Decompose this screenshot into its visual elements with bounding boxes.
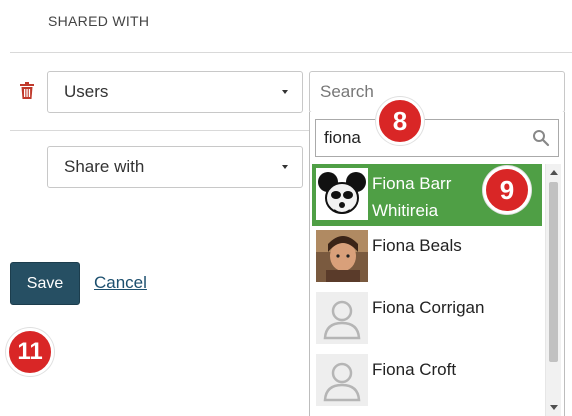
search-placeholder: Search	[320, 82, 374, 101]
result-name: Fiona Barr Whitireia	[372, 174, 452, 220]
search-results-dropdown: fiona Fiona Barr Whitireia Fiona Beals F…	[309, 112, 565, 416]
step-badge-8: 8	[376, 97, 424, 145]
result-item-fiona-corrigan[interactable]: Fiona Corrigan	[312, 288, 542, 350]
trash-icon[interactable]	[20, 82, 34, 100]
avatar	[316, 168, 368, 220]
step-badge-11: 11	[6, 328, 54, 376]
chevron-down-icon	[282, 90, 288, 94]
type-select-value: Users	[64, 82, 109, 101]
type-select[interactable]: Users	[47, 71, 303, 113]
user-search-field[interactable]: Search	[309, 71, 565, 113]
save-button[interactable]: Save	[10, 262, 80, 305]
filter-input-value: fiona	[324, 128, 361, 147]
default-person-icon	[316, 354, 368, 406]
cancel-link[interactable]: Cancel	[94, 273, 147, 293]
share-with-select-value: Share with	[64, 157, 145, 176]
scrollbar-thumb[interactable]	[549, 182, 558, 362]
share-with-select[interactable]: Share with	[47, 146, 303, 188]
avatar	[316, 230, 368, 282]
chevron-down-icon	[282, 165, 288, 169]
scrollbar[interactable]	[545, 164, 561, 416]
default-person-icon	[316, 292, 368, 344]
divider	[10, 130, 310, 131]
section-title: SHARED WITH	[48, 13, 150, 29]
step-badge-9: 9	[483, 166, 531, 214]
result-item-fiona-croft[interactable]: Fiona Croft	[312, 350, 542, 412]
result-name: Fiona Corrigan	[372, 298, 485, 317]
scroll-down-icon[interactable]	[550, 405, 558, 410]
result-name: Fiona Croft	[372, 360, 457, 379]
result-name: Fiona Beals	[372, 236, 462, 255]
filter-input[interactable]: fiona	[315, 119, 559, 157]
result-item-fiona-beals[interactable]: Fiona Beals	[312, 226, 542, 288]
search-icon	[532, 129, 550, 152]
divider	[10, 52, 572, 53]
scroll-up-icon[interactable]	[550, 170, 558, 175]
